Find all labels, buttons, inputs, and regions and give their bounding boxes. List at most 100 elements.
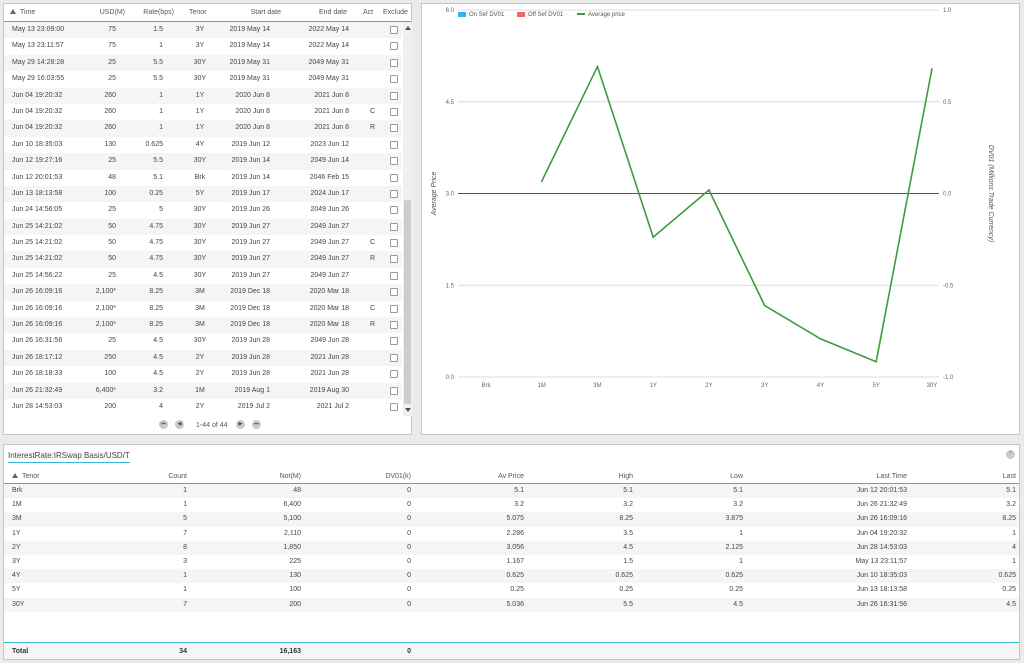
col-count[interactable]: Count [168,473,187,480]
table-row[interactable]: Jun 25 14:56:22 25 4.5 30Y 2019 Jun 27 2049 J… [4,268,402,284]
scroll-up-icon[interactable] [405,26,411,30]
exclude-checkbox[interactable] [390,288,398,297]
col-notional[interactable]: Not(M) [280,473,301,480]
exclude-checkbox[interactable] [390,91,398,100]
table-row[interactable]: 1Y 7 2,110 0 2.286 3.5 1 Jun 04 19:20:32 1 [4,527,1019,541]
scroll-down-icon[interactable] [405,408,411,412]
exclude-checkbox[interactable] [390,321,398,330]
col-act[interactable]: Act [363,9,373,16]
table-row[interactable]: 3Y 3 225 0 1.167 1.5 1 May 13 23:11:57 1 [4,555,1019,569]
sort-asc-icon[interactable] [10,9,16,14]
table-row[interactable]: Jun 12 19:27:16 25 5.5 30Y 2019 Jun 14 2049 J… [4,153,402,170]
table-row[interactable]: Jun 26 21:32:49 6,400* 3.2 1M 2019 Aug 1 2019… [4,382,402,399]
table-row[interactable]: Jun 26 16:09:16 2,100* 8.25 3M 2019 Dec 18 20… [4,317,402,334]
exclude-checkbox[interactable] [390,173,398,182]
table-row[interactable]: May 29 14:28:28 25 5.5 30Y 2019 May 31 2049 M… [4,54,402,72]
exclude-checkbox[interactable] [390,271,398,280]
col-tenor[interactable]: Tenor [189,9,207,16]
table-row[interactable]: May 13 23:09:00 75 1.5 3Y 2019 May 14 2022 Ma… [4,22,402,39]
exclude-checkbox[interactable] [390,239,398,248]
exclude-checkbox[interactable] [390,353,398,362]
exclude-checkbox[interactable] [390,42,398,51]
table-row[interactable]: May 13 23:11:57 75 1 3Y 2019 May 14 2022 May … [4,38,402,54]
col-end-date[interactable]: End date [319,9,347,16]
first-page-icon[interactable]: ⏮ [159,420,168,429]
cell-end-date: 2049 Jun 14 [310,157,349,165]
table-row[interactable]: 2Y 8 1,850 0 3.056 4.5 2.125 Jun 28 14:53:03 4 [4,540,1019,555]
table-row[interactable]: Jun 13 18:13:58 100 0.25 5Y 2019 Jun 17 2024 … [4,185,402,203]
data-point [596,65,599,68]
exclude-checkbox[interactable] [390,255,398,264]
cell-last-time: Jun 26 21:32:49 [856,501,907,509]
exclude-checkbox[interactable] [390,370,398,379]
summary-title-tab[interactable]: InterestRate:IRSwap Basis/USD/T [8,451,130,463]
exclude-checkbox[interactable] [390,189,398,198]
table-row[interactable]: Jun 26 16:09:16 2,100* 8.25 3M 2019 Dec 18 20… [4,301,402,317]
col-av-price[interactable]: Av Price [498,473,524,480]
exclude-checkbox[interactable] [390,75,398,84]
exclude-checkbox[interactable] [390,402,398,411]
table-row[interactable]: 1M 1 6,400 0 3.2 3.2 3.2 Jun 26 21:32:49 3.2 [4,498,1019,512]
exclude-checkbox[interactable] [390,107,398,116]
col-tenor[interactable]: Tenor [22,473,40,480]
table-row[interactable]: Jun 04 19:20:32 260 1 1Y 2020 Jun 8 2021 Jun … [4,120,402,137]
exclude-checkbox[interactable] [390,206,398,215]
sort-asc-icon[interactable] [12,473,18,478]
col-last[interactable]: Last [1003,473,1016,480]
exclude-checkbox[interactable] [390,304,398,313]
exclude-checkbox[interactable] [390,124,398,133]
col-last-time[interactable]: Last Time [877,473,907,480]
table-row[interactable]: 4Y 1 130 0 0.625 0.625 0.625 Jun 10 18:35:03 0.6… [4,569,1019,584]
table-row[interactable]: 30Y 7 200 0 5.036 5.5 4.5 Jun 26 16:31:56 4.5 [4,597,1019,612]
table-row[interactable]: Jun 25 14:21:02 50 4.75 30Y 2019 Jun 27 2049 … [4,218,402,236]
col-usd[interactable]: USD(M) [100,9,125,16]
col-exclude[interactable]: Exclude [383,9,408,16]
table-row[interactable]: Jun 24 14:56:05 25 5 30Y 2019 Jun 26 2049 Jun… [4,202,402,218]
exclude-checkbox[interactable] [390,337,398,346]
exclude-checkbox[interactable] [390,58,398,67]
exclude-checkbox[interactable] [390,140,398,149]
cell-end-date: 2049 Jun 28 [310,337,349,345]
table-row[interactable]: Jun 28 14:53:03 200 4 2Y 2019 Jul 2 2021 Jul … [4,399,402,415]
col-start-date[interactable]: Start date [251,9,281,16]
col-time[interactable]: Time [20,9,35,16]
scroll-thumb[interactable] [404,200,411,404]
table-row[interactable]: Jun 10 18:35:03 130 0.625 4Y 2019 Jun 12 2023… [4,137,402,153]
prev-page-icon[interactable]: ◀ [175,420,184,429]
table-row[interactable]: Jun 26 18:17:12 250 4.5 2Y 2019 Jun 28 2021 J… [4,349,402,367]
table-row[interactable]: 3M 5 5,100 0 5.075 8.25 3.875 Jun 26 16:09:16 8.… [4,512,1019,527]
col-dv01[interactable]: DV01(k) [385,473,411,480]
data-point [652,236,655,238]
table-row[interactable]: Jun 26 18:18:33 100 4.5 2Y 2019 Jun 28 2021 J… [4,366,402,382]
table-row[interactable]: Jun 04 19:20:32 260 1 1Y 2020 Jun 8 2021 Jun … [4,87,402,104]
table-row[interactable]: Jun 25 14:21:02 50 4.75 30Y 2019 Jun 27 2049 … [4,251,402,268]
cell-rate: 4.75 [149,222,163,230]
last-page-icon[interactable]: ⏭ [252,420,261,429]
cell-time: Jun 26 16:31:56 [12,337,63,345]
table-row[interactable]: May 29 16:03:55 25 5.5 30Y 2019 May 31 2049 M… [4,71,402,87]
exclude-checkbox[interactable] [390,386,398,395]
exclude-checkbox[interactable] [390,157,398,166]
exclude-checkbox[interactable] [390,26,398,34]
exclude-checkbox[interactable] [390,222,398,231]
table-row[interactable]: Jun 04 19:20:32 260 1 1Y 2020 Jun 8 2021 Jun … [4,104,402,120]
table-row[interactable]: Jun 12 20:01:53 48 5.1 Brk 2019 Jun 14 2046 F… [4,170,402,186]
table-row[interactable]: Jun 25 14:21:02 50 4.75 30Y 2019 Jun 27 2049 … [4,235,402,251]
col-low[interactable]: Low [730,473,743,480]
col-high[interactable]: High [619,473,633,480]
cell-rate: 4 [159,402,163,410]
table-row[interactable]: Jun 26 16:09:16 2,100* 8.25 3M 2019 Dec 18 20… [4,284,402,301]
collapse-icon[interactable]: ⌃ [1006,450,1015,459]
cell-end-date: 2021 Jun 28 [310,370,349,378]
col-rate[interactable]: Rate(bps) [143,9,174,16]
trades-scrollbar[interactable] [403,22,412,416]
table-row[interactable]: Brk 1 48 0 5.1 5.1 5.1 Jun 12 20:01:53 5.1 [4,484,1019,499]
series-line-average-price [541,64,933,363]
next-page-icon[interactable]: ▶ [236,420,245,429]
cell-time: Jun 12 20:01:53 [12,173,63,181]
cell-start-date: 2019 Jun 27 [231,222,270,230]
table-row[interactable]: Jun 26 16:31:56 25 4.5 30Y 2019 Jun 28 2049 J… [4,333,402,349]
table-row[interactable]: 5Y 1 100 0 0.25 0.25 0.25 Jun 13 18:13:58 0.25 [4,583,1019,597]
cell-tenor: 30Y [193,271,207,279]
cell-av-price: 5.075 [506,515,524,523]
